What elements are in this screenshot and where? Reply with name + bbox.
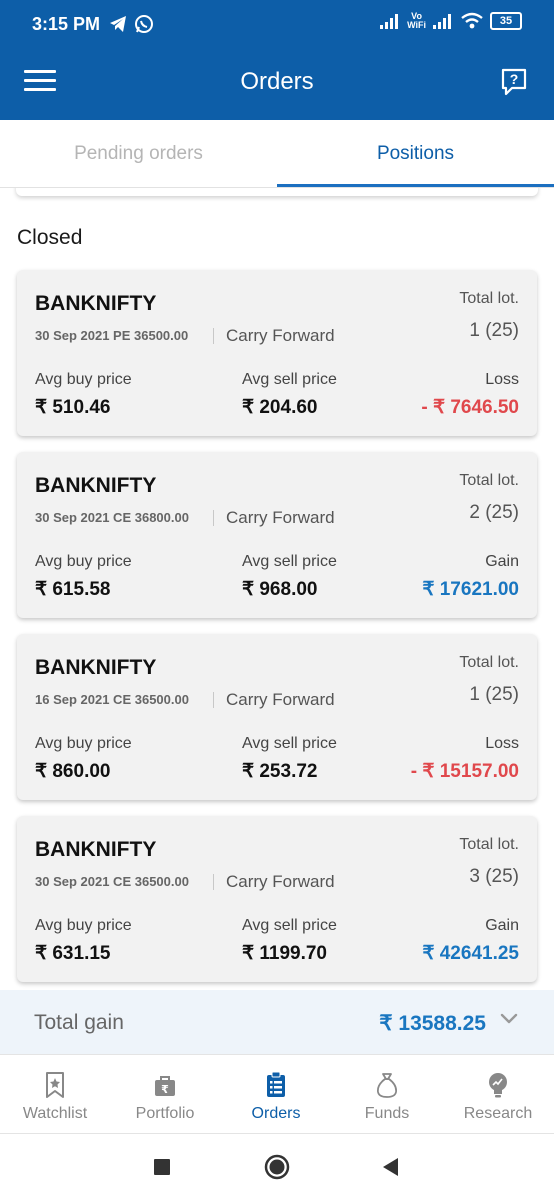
position-symbol: BANKNIFTY <box>35 292 157 315</box>
briefcase-rupee-icon: ₹ <box>155 1076 175 1096</box>
position-contract: 16 Sep 2021 CE 36500.00 <box>35 692 189 707</box>
nav-label: Orders <box>251 1105 301 1122</box>
avg-sell-label: Avg sell price <box>242 553 337 570</box>
position-product-type: Carry Forward <box>226 690 335 709</box>
svg-text:?: ? <box>510 71 519 87</box>
position-symbol: BANKNIFTY <box>35 838 157 861</box>
pl-value: - ₹ 15157.00 <box>410 761 519 782</box>
positions-list[interactable]: Closed BANKNIFTY 30 Sep 2021 PE 36500.00… <box>0 188 554 990</box>
nav-item-funds[interactable]: Funds <box>332 1055 442 1135</box>
nav-item-orders[interactable]: Orders <box>221 1055 331 1135</box>
avg-buy-value: ₹ 510.46 <box>35 397 111 418</box>
help-icon[interactable]: ? <box>500 67 528 97</box>
home-circle-icon[interactable] <box>263 1154 291 1180</box>
total-gain-label: Total gain <box>34 1011 124 1034</box>
avg-sell-value: ₹ 968.00 <box>242 579 318 600</box>
vowifi-icon: Vo WiFi <box>407 11 426 30</box>
avg-sell-value: ₹ 204.60 <box>242 397 318 418</box>
status-notification-icons <box>108 14 154 34</box>
avg-sell-label: Avg sell price <box>242 917 337 934</box>
avg-sell-value: ₹ 1199.70 <box>242 943 327 964</box>
signal-icon-2 <box>433 14 451 29</box>
avg-buy-value: ₹ 615.58 <box>35 579 111 600</box>
avg-sell-value: ₹ 253.72 <box>242 761 318 782</box>
total-lot-value: 3 (25) <box>469 866 519 887</box>
position-contract: 30 Sep 2021 PE 36500.00 <box>35 328 189 343</box>
pl-label: Gain <box>485 917 519 934</box>
telegram-icon <box>110 16 126 32</box>
position-contract: 30 Sep 2021 CE 36800.00 <box>35 510 189 525</box>
bookmark-star-icon <box>46 1072 64 1098</box>
total-gain-value: ₹ 13588.25 <box>379 1012 486 1035</box>
pl-label: Loss <box>485 735 519 752</box>
pl-value: ₹ 42641.25 <box>422 943 519 964</box>
avg-buy-value: ₹ 860.00 <box>35 761 111 782</box>
tab-pending-orders[interactable]: Pending orders <box>0 120 277 188</box>
status-time: 3:15 PM <box>32 14 101 34</box>
position-card[interactable]: BANKNIFTY 30 Sep 2021 CE 36500.00 Carry … <box>17 816 537 982</box>
avg-buy-label: Avg buy price <box>35 553 132 570</box>
pl-label: Gain <box>485 553 519 570</box>
nav-label: Funds <box>364 1105 410 1122</box>
avg-buy-label: Avg buy price <box>35 371 132 388</box>
nav-item-portfolio[interactable]: ₹ Portfolio <box>110 1055 220 1135</box>
total-lot-value: 1 (25) <box>469 684 519 705</box>
battery-icon: 35 <box>490 12 522 30</box>
clipboard-list-icon <box>267 1071 285 1097</box>
nav-label: Portfolio <box>135 1105 195 1122</box>
chevron-down-icon[interactable] <box>498 1008 520 1030</box>
recents-square-icon[interactable] <box>152 1154 172 1180</box>
section-title-closed: Closed <box>17 226 83 249</box>
bottom-nav: Watchlist ₹ Portfolio Orders Funds Resea… <box>0 1054 554 1134</box>
position-product-type: Carry Forward <box>226 508 335 527</box>
previous-card-edge <box>16 188 538 196</box>
total-lot-label: Total lot. <box>459 836 519 853</box>
nav-item-watchlist[interactable]: Watchlist <box>0 1055 110 1135</box>
total-lot-label: Total lot. <box>459 290 519 307</box>
position-symbol: BANKNIFTY <box>35 474 157 497</box>
svg-text:₹: ₹ <box>161 1083 169 1096</box>
position-card[interactable]: BANKNIFTY 16 Sep 2021 CE 36500.00 Carry … <box>17 634 537 800</box>
tab-active-indicator <box>277 184 554 187</box>
back-triangle-icon[interactable] <box>380 1154 400 1180</box>
page-title: Orders <box>240 68 314 95</box>
position-card[interactable]: BANKNIFTY 30 Sep 2021 CE 36800.00 Carry … <box>17 452 537 618</box>
position-product-type: Carry Forward <box>226 326 335 345</box>
divider <box>213 510 214 526</box>
avg-buy-value: ₹ 631.15 <box>35 943 111 964</box>
nav-label: Watchlist <box>22 1105 88 1122</box>
system-nav-bar <box>0 1134 554 1200</box>
total-lot-label: Total lot. <box>459 654 519 671</box>
position-card[interactable]: BANKNIFTY 30 Sep 2021 PE 36500.00 Carry … <box>17 270 537 436</box>
avg-buy-label: Avg buy price <box>35 735 132 752</box>
total-gain-bar[interactable]: Total gain ₹ 13588.25 <box>0 990 554 1054</box>
avg-buy-label: Avg buy price <box>35 917 132 934</box>
money-bag-icon <box>376 1073 398 1098</box>
tab-positions[interactable]: Positions <box>277 120 554 188</box>
divider <box>213 874 214 890</box>
status-bar: 3:15 PM Vo WiFi 35 <box>0 0 554 50</box>
nav-label: Research <box>463 1105 533 1122</box>
pl-value: ₹ 17621.00 <box>422 579 519 600</box>
divider <box>213 328 214 344</box>
lightbulb-icon <box>489 1073 507 1098</box>
position-contract: 30 Sep 2021 CE 36500.00 <box>35 874 189 889</box>
nav-item-research[interactable]: Research <box>443 1055 553 1135</box>
app-bar: Orders ? <box>0 50 554 120</box>
whatsapp-icon <box>135 15 153 33</box>
avg-sell-label: Avg sell price <box>242 371 337 388</box>
total-lot-value: 2 (25) <box>469 502 519 523</box>
signal-icon <box>380 14 399 29</box>
pl-value: - ₹ 7646.50 <box>421 397 519 418</box>
total-lot-label: Total lot. <box>459 472 519 489</box>
total-lot-value: 1 (25) <box>469 320 519 341</box>
avg-sell-label: Avg sell price <box>242 735 337 752</box>
position-product-type: Carry Forward <box>226 872 335 891</box>
wifi-icon <box>461 12 483 29</box>
status-system-icons: Vo WiFi 35 <box>379 12 522 30</box>
tab-bar: Pending orders Positions <box>0 120 554 188</box>
position-symbol: BANKNIFTY <box>35 656 157 679</box>
pl-label: Loss <box>485 371 519 388</box>
divider <box>213 692 214 708</box>
